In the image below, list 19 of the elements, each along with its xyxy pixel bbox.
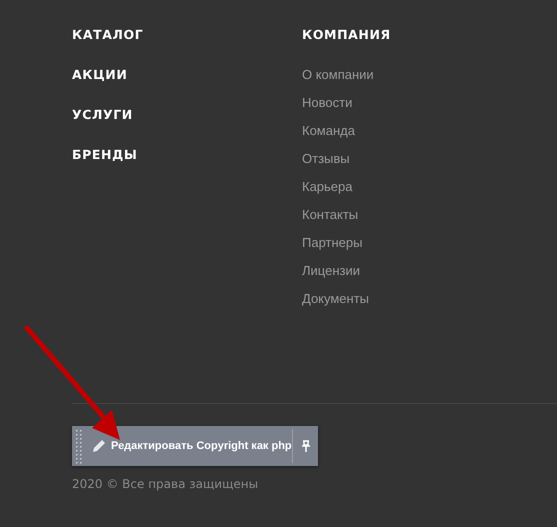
footer-link[interactable]: Отзывы [302, 150, 391, 167]
menu-link[interactable]: УСЛУГИ [72, 106, 302, 123]
pencil-icon [91, 438, 107, 454]
footer-link[interactable]: Лицензии [302, 262, 391, 279]
menu-link[interactable]: АКЦИИ [72, 66, 302, 83]
section-heading: КОМПАНИЯ [302, 26, 391, 43]
footer-link[interactable]: Контакты [302, 206, 391, 223]
footer-link[interactable]: Документы [302, 290, 391, 307]
footer-link[interactable]: Новости [302, 94, 391, 111]
footer-link[interactable]: Команда [302, 122, 391, 139]
menu-link[interactable]: КАТАЛОГ [72, 26, 302, 43]
edit-button[interactable]: Редактировать Copyright как php [83, 426, 292, 466]
footer-link[interactable]: Карьера [302, 178, 391, 195]
menu-link[interactable]: БРЕНДЫ [72, 146, 302, 163]
drag-handle-icon[interactable] [75, 428, 83, 464]
copyright-text: 2020 © Все права защищены [72, 476, 260, 493]
footer-link[interactable]: О компании [302, 66, 391, 83]
footer-link[interactable]: Партнеры [302, 234, 391, 251]
pin-icon [302, 440, 310, 452]
